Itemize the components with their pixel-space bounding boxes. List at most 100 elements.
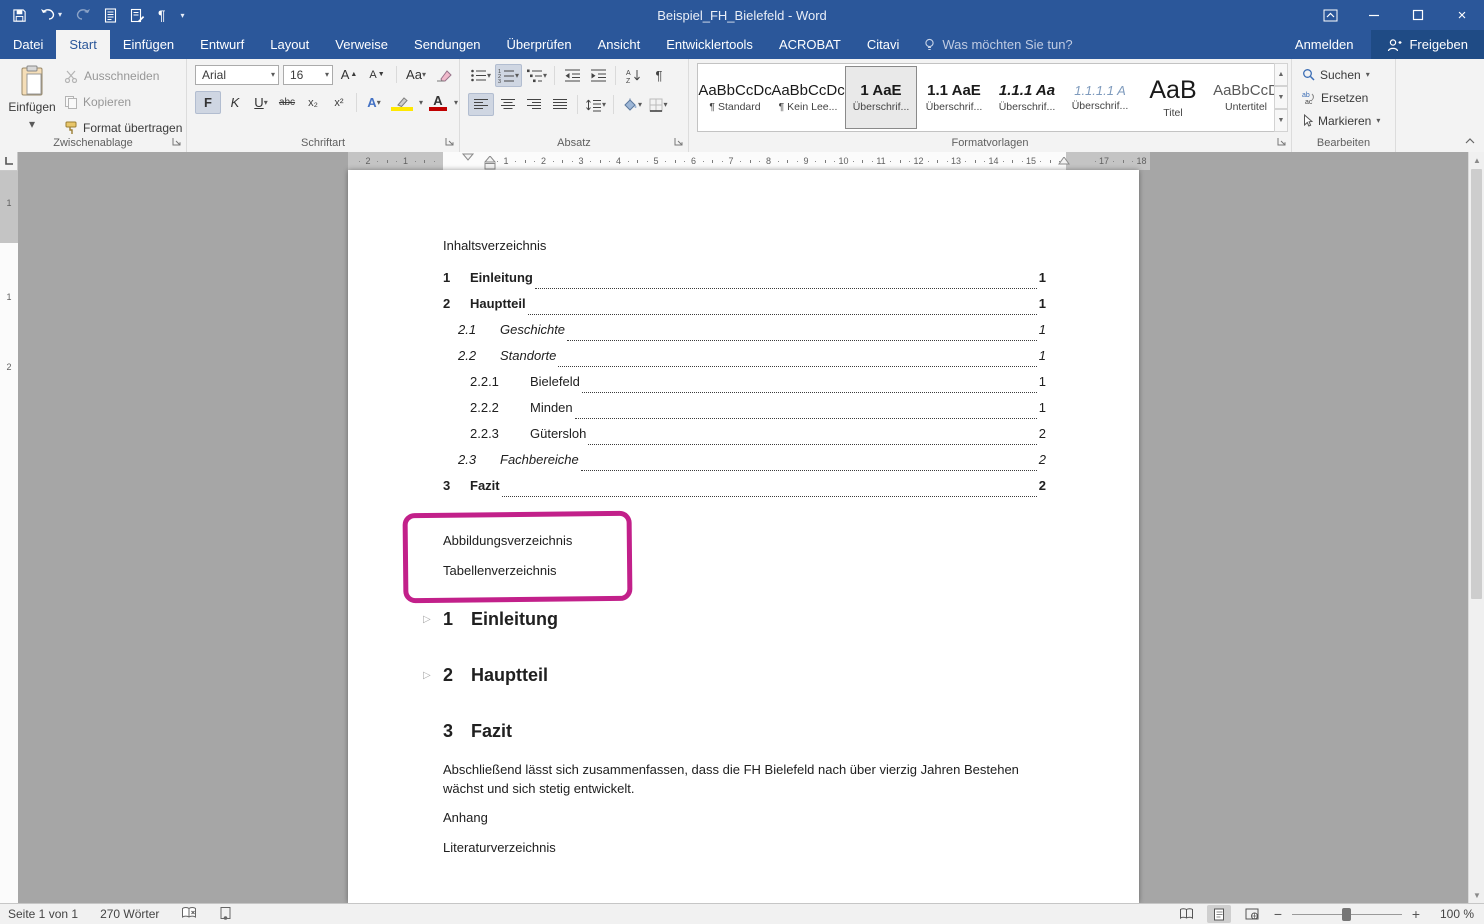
word-count[interactable]: 270 Wörter xyxy=(100,907,159,921)
align-left-button[interactable] xyxy=(468,93,494,116)
tab-datei[interactable]: Datei xyxy=(0,30,56,59)
web-layout-view-icon[interactable] xyxy=(1240,905,1264,923)
font-size-combo[interactable]: 16 ▾ xyxy=(283,65,333,85)
clear-formatting-button[interactable] xyxy=(432,64,456,85)
tab-einfügen[interactable]: Einfügen xyxy=(110,30,187,59)
show-marks-button[interactable]: ¶ xyxy=(647,65,671,86)
tab-entwurf[interactable]: Entwurf xyxy=(187,30,257,59)
zoom-level[interactable]: 100 % xyxy=(1430,907,1474,921)
close-icon[interactable]: × xyxy=(1440,0,1484,30)
toc-entry[interactable]: 2.3Fachbereiche2 xyxy=(443,446,1046,472)
numbering-button[interactable]: 123 ▾ xyxy=(495,64,522,87)
save-as-icon[interactable] xyxy=(130,8,145,23)
font-color-button[interactable]: A ▾ xyxy=(426,92,450,113)
zoom-in-button[interactable]: + xyxy=(1411,906,1421,922)
tab-selector[interactable] xyxy=(0,152,18,171)
zoom-slider-thumb[interactable] xyxy=(1342,908,1351,921)
collapse-ribbon-icon[interactable] xyxy=(1464,134,1476,148)
borders-button[interactable]: ▾ xyxy=(646,94,670,115)
toc-entry[interactable]: 2.2Standorte1 xyxy=(443,342,1046,368)
superscript-button[interactable]: x² xyxy=(327,92,351,113)
justify-button[interactable] xyxy=(548,94,572,115)
style-item-titel[interactable]: AaBTitel xyxy=(1137,66,1209,129)
font-name-combo[interactable]: Arial ▾ xyxy=(195,65,279,85)
customize-qat-icon[interactable]: ▾ xyxy=(181,11,185,20)
style-item-überschrif[interactable]: 1 AaEÜberschrif... xyxy=(845,66,917,129)
zoom-out-button[interactable]: − xyxy=(1273,906,1283,922)
tab-sendungen[interactable]: Sendungen xyxy=(401,30,494,59)
vertical-scrollbar[interactable]: ▲ ▼ xyxy=(1468,152,1484,903)
collapse-triangle-icon[interactable]: ▷ xyxy=(423,614,431,625)
undo-button[interactable]: ▾ xyxy=(40,8,62,22)
tab-verweise[interactable]: Verweise xyxy=(322,30,401,59)
decrease-indent-button[interactable] xyxy=(560,65,584,86)
macro-record-icon[interactable] xyxy=(219,906,232,923)
underline-button[interactable]: U▾ xyxy=(249,92,273,113)
styles-scroll-down-icon[interactable]: ▼ xyxy=(1274,86,1288,109)
style-item-überschrif[interactable]: 1.1.1.1 AÜberschrif... xyxy=(1064,66,1136,129)
toc-entry[interactable]: 2.2.1Bielefeld1 xyxy=(443,368,1046,394)
sort-button[interactable]: AZ xyxy=(621,65,645,86)
toc-entry[interactable]: 1Einleitung1 xyxy=(443,264,1046,290)
tell-me-box[interactable]: Was möchten Sie tun? xyxy=(912,30,1084,59)
collapse-triangle-icon[interactable]: ▷ xyxy=(423,670,431,681)
strikethrough-button[interactable]: abc xyxy=(275,92,299,113)
share-button[interactable]: Freigeben xyxy=(1371,30,1484,59)
toc-entry[interactable]: 2Hauptteil1 xyxy=(443,290,1046,316)
styles-dialog-launcher[interactable] xyxy=(1276,136,1288,148)
zoom-slider[interactable] xyxy=(1292,907,1402,921)
style-item-untertitel[interactable]: AaBbCcDUntertitel xyxy=(1210,66,1277,129)
tab-acrobat[interactable]: ACROBAT xyxy=(766,30,854,59)
page-indicator[interactable]: Seite 1 von 1 xyxy=(8,907,78,921)
paragraph-dialog-launcher[interactable] xyxy=(673,136,685,148)
bullets-button[interactable]: ▾ xyxy=(468,65,493,86)
tab-entwicklertools[interactable]: Entwicklertools xyxy=(653,30,766,59)
clipboard-dialog-launcher[interactable] xyxy=(171,136,183,148)
paste-button[interactable]: Einfügen ▾ xyxy=(6,63,58,139)
styles-more-icon[interactable]: ▼ xyxy=(1274,109,1288,132)
shading-button[interactable]: ▾ xyxy=(619,94,644,115)
grow-font-button[interactable]: A▲ xyxy=(337,64,361,85)
toc-entry[interactable]: 3Fazit2 xyxy=(443,472,1046,498)
sign-in-button[interactable]: Anmelden xyxy=(1277,30,1372,59)
style-item-überschrif[interactable]: 1.1 AaEÜberschrif... xyxy=(918,66,990,129)
change-case-button[interactable]: Aa▾ xyxy=(404,64,428,85)
tab-start[interactable]: Start xyxy=(56,30,109,59)
undo-caret-icon[interactable]: ▾ xyxy=(58,11,62,19)
style-item-überschrif[interactable]: 1.1.1 AaÜberschrif... xyxy=(991,66,1063,129)
save-icon[interactable] xyxy=(12,8,27,23)
bold-button[interactable]: F xyxy=(195,91,221,114)
toc-entry[interactable]: 2.2.3Gütersloh2 xyxy=(443,420,1046,446)
maximize-icon[interactable] xyxy=(1396,0,1440,30)
redo-button[interactable] xyxy=(75,8,91,22)
tab-layout[interactable]: Layout xyxy=(257,30,322,59)
first-line-indent-marker[interactable] xyxy=(462,153,474,161)
hanging-indent-marker[interactable] xyxy=(484,156,496,170)
style-item-kein-lee[interactable]: AaBbCcDc¶ Kein Lee... xyxy=(772,66,844,129)
horizontal-ruler[interactable]: 211234567891011121314151718 xyxy=(348,152,1150,170)
multilevel-list-button[interactable]: ▾ xyxy=(524,65,549,86)
highlight-button[interactable]: ▾ xyxy=(388,92,416,113)
touch-mode-icon[interactable] xyxy=(104,8,117,23)
paste-caret-icon[interactable]: ▾ xyxy=(29,117,35,131)
tab-citavi[interactable]: Citavi xyxy=(854,30,913,59)
shrink-font-button[interactable]: A▼ xyxy=(365,64,389,85)
scroll-up-icon[interactable]: ▲ xyxy=(1469,152,1484,168)
read-mode-view-icon[interactable] xyxy=(1174,905,1198,923)
cut-button[interactable]: Ausschneiden xyxy=(64,65,182,87)
scrollbar-thumb[interactable] xyxy=(1471,169,1482,599)
toc-entry[interactable]: 2.2.2Minden1 xyxy=(443,394,1046,420)
tab-überprüfen[interactable]: Überprüfen xyxy=(494,30,585,59)
font-dialog-launcher[interactable] xyxy=(444,136,456,148)
ribbon-display-options-icon[interactable] xyxy=(1308,0,1352,30)
document-page[interactable]: Inhaltsverzeichnis 1Einleitung12Haupttei… xyxy=(348,170,1139,903)
replace-button[interactable]: abac Ersetzen xyxy=(1292,86,1395,109)
scroll-down-icon[interactable]: ▼ xyxy=(1469,887,1484,903)
text-effects-button[interactable]: A▾ xyxy=(362,92,386,113)
find-button[interactable]: Suchen ▾ xyxy=(1292,63,1395,86)
select-button[interactable]: Markieren ▾ xyxy=(1292,109,1395,132)
italic-button[interactable]: K xyxy=(223,92,247,113)
subscript-button[interactable]: x₂ xyxy=(301,92,325,113)
style-item-standard[interactable]: AaBbCcDc¶ Standard xyxy=(699,66,771,129)
line-spacing-button[interactable]: ▾ xyxy=(583,94,608,115)
